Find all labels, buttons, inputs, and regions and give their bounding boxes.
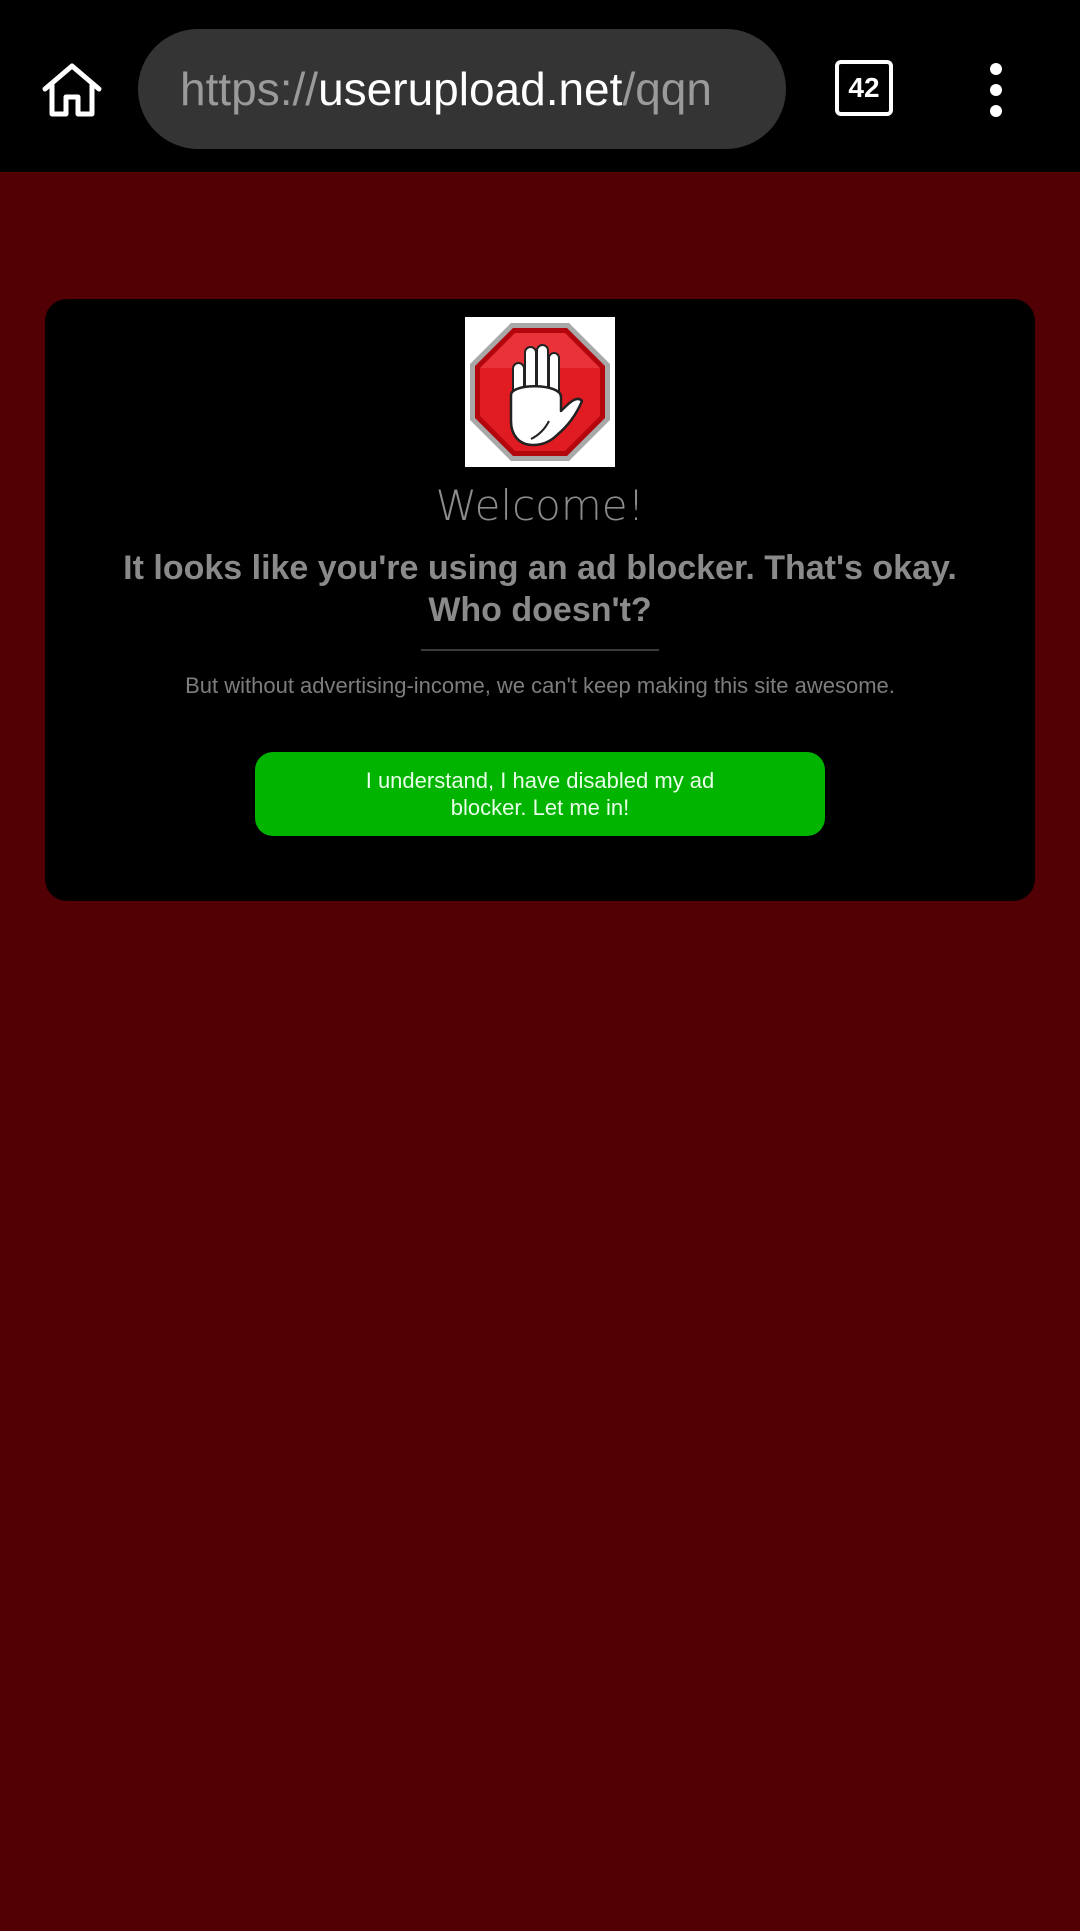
stop-hand-image: [465, 317, 615, 467]
disabled-adblock-button[interactable]: I understand, I have disabled my ad bloc…: [255, 752, 825, 836]
home-button[interactable]: [36, 54, 108, 126]
stop-hand-icon: [470, 323, 610, 461]
more-vert-icon: [990, 63, 1002, 117]
url-path: /qqn: [622, 63, 712, 115]
divider: [421, 649, 659, 651]
adblock-dialog: Welcome! It looks like you're using an a…: [45, 299, 1035, 901]
url-host: userupload.net: [318, 63, 623, 115]
home-icon: [42, 63, 102, 117]
welcome-title: Welcome!: [435, 481, 645, 530]
menu-button[interactable]: [970, 58, 1022, 122]
browser-toolbar: https://userupload.net/qqn 42: [0, 0, 1080, 172]
address-bar[interactable]: https://userupload.net/qqn: [138, 29, 786, 149]
tab-switcher-button[interactable]: 42: [835, 60, 893, 116]
url-scheme: https://: [180, 63, 319, 115]
disabled-adblock-button-label: I understand, I have disabled my ad bloc…: [365, 768, 715, 820]
adblock-subtext: But without advertising-income, we can't…: [185, 673, 895, 698]
tab-count: 42: [848, 72, 880, 103]
adblock-heading: It looks like you're using an ad blocker…: [123, 549, 957, 629]
